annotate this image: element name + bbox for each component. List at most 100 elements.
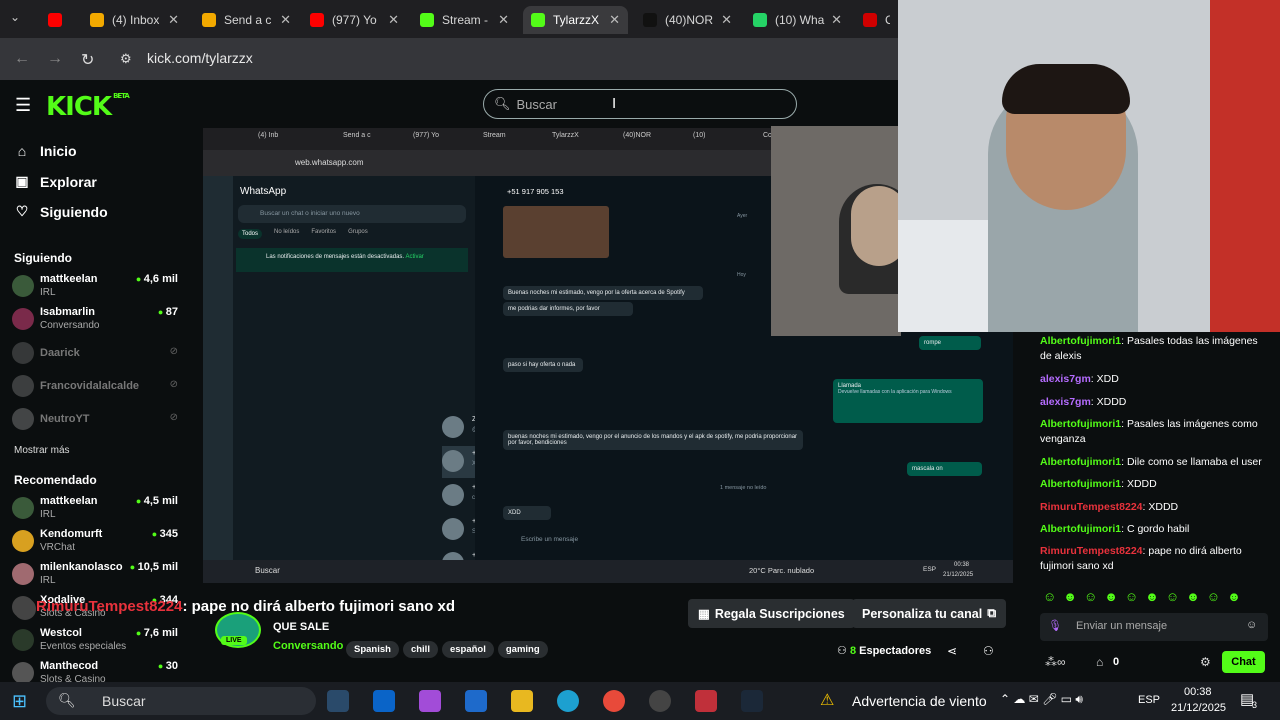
- avatar: [12, 497, 34, 519]
- browser-tab[interactable]: Co: [855, 6, 898, 34]
- close-tab-icon[interactable]: ✕: [280, 12, 291, 28]
- file-explorer-icon[interactable]: [511, 690, 533, 712]
- chat-username[interactable]: Albertofujimori1: [1040, 456, 1121, 468]
- chat-points-icon[interactable]: ⁂∞: [1045, 655, 1066, 669]
- close-tab-icon[interactable]: ✕: [609, 12, 620, 28]
- chat-username[interactable]: Albertofujimori1: [1040, 418, 1121, 430]
- recommended-channel[interactable]: milenkanolasco IRL 10,5 mil: [12, 561, 178, 589]
- whatsapp-chat-list: WhatsApp Buscar un chat o iniciar uno nu…: [233, 176, 475, 560]
- browser-tab[interactable]: TylarzzX ✕: [523, 6, 628, 34]
- nav-home[interactable]: ⌂ Inicio: [14, 143, 77, 159]
- incoming-message: buenas noches mi estimado, vengo por el …: [503, 430, 803, 450]
- inner-url-text: web.whatsapp.com: [295, 158, 364, 167]
- inner-date: 21/12/2025: [943, 572, 974, 578]
- chat-message: Albertofujimori1: Pasales las imágenes c…: [1040, 418, 1258, 445]
- taskbar-time[interactable]: 00:38: [1184, 686, 1212, 698]
- close-tab-icon[interactable]: ✕: [721, 12, 732, 28]
- following-channel[interactable]: mattkeelan IRL 4,6 mil: [12, 273, 178, 301]
- tag[interactable]: gaming: [497, 641, 548, 658]
- menu-icon[interactable]: ☰: [15, 95, 31, 116]
- search-input[interactable]: 🔍︎ Buscar I: [483, 89, 797, 119]
- notification-banner: Las notificaciones de mensajes están des…: [236, 248, 468, 272]
- tag[interactable]: chill: [402, 641, 438, 658]
- channel-name: milenkanolasco: [40, 561, 123, 573]
- chat-username[interactable]: alexis7gm: [1040, 396, 1091, 408]
- close-tab-icon[interactable]: ✕: [831, 12, 842, 28]
- tf-icon[interactable]: [695, 690, 717, 712]
- steam-icon[interactable]: [741, 690, 763, 712]
- viewer-count: 10,5 mil: [130, 561, 178, 573]
- browser-tab[interactable]: Send a c ✕: [194, 6, 299, 34]
- compose-input: Escribe un mensaje: [521, 536, 579, 543]
- kick-logo[interactable]: KICK BETA: [46, 92, 130, 122]
- emoji-icon[interactable]: ☺: [1246, 619, 1257, 631]
- close-tab-icon[interactable]: ✕: [388, 12, 399, 28]
- recommended-channel[interactable]: mattkeelan IRL 4,5 mil: [12, 495, 178, 523]
- tab-list-chevron-icon[interactable]: ⌄: [10, 10, 20, 24]
- avatar: [12, 629, 34, 651]
- customize-channel-button[interactable]: Personaliza tu canal ⧉: [852, 599, 1007, 628]
- taskbar-date[interactable]: 21/12/2025: [1171, 702, 1226, 714]
- browser-tab[interactable]: (10) Wha ✕: [745, 6, 850, 34]
- taskbar-search[interactable]: 🔍︎ Buscar: [46, 687, 316, 715]
- show-more-link[interactable]: Mostrar más: [14, 445, 70, 456]
- tab-favicon-icon: [202, 13, 216, 27]
- chat-username[interactable]: alexis7gm: [1040, 373, 1091, 385]
- back-icon[interactable]: ←: [14, 50, 30, 68]
- settings-icon[interactable]: ⚙: [1200, 655, 1211, 669]
- chrome-icon[interactable]: [603, 690, 625, 712]
- forward-icon[interactable]: →: [47, 50, 63, 68]
- close-tab-icon[interactable]: ✕: [168, 12, 179, 28]
- windows-start-icon[interactable]: ⊞: [12, 691, 27, 712]
- add-user-icon[interactable]: ⚇: [983, 644, 994, 658]
- following-channel[interactable]: Daarick ⊘: [12, 340, 178, 368]
- browser-tab[interactable]: (4) Inbox ✕: [82, 6, 187, 34]
- chat-username[interactable]: RimuruTempest8224: [1040, 545, 1143, 557]
- outlook-icon[interactable]: [373, 690, 395, 712]
- avatar: [12, 308, 34, 330]
- share-icon[interactable]: ⋖: [947, 644, 957, 658]
- recommended-channel[interactable]: Westcol Eventos especiales 7,6 mil: [12, 627, 178, 655]
- gift-subs-button[interactable]: ▦ Regala Suscripciones: [688, 599, 855, 628]
- store-icon[interactable]: [465, 690, 487, 712]
- call-message: Llamada Devuelve llamadas con la aplicac…: [833, 379, 983, 423]
- incoming-message: Buenas noches mi estimado, vengo por la …: [503, 286, 703, 300]
- browser-tab[interactable]: (40)NOR ✕: [635, 6, 740, 34]
- tab-title: TylarzzX: [553, 13, 600, 27]
- nav-explore[interactable]: ▣ Explorar: [14, 173, 96, 190]
- copilot-icon[interactable]: [419, 690, 441, 712]
- following-channel[interactable]: Isabmarlin Conversando 87: [12, 306, 178, 334]
- site-info-icon[interactable]: ⚙: [120, 51, 132, 67]
- following-channel[interactable]: NeutroYT ⊘: [12, 406, 178, 434]
- tag[interactable]: español: [441, 641, 494, 658]
- chat-username[interactable]: Albertofujimori1: [1040, 523, 1121, 535]
- channel-name: Francovidalalcalde: [40, 380, 140, 392]
- weather-alert[interactable]: Advertencia de viento: [852, 693, 987, 709]
- date-divider: Hoy: [737, 272, 746, 278]
- chat-username[interactable]: Albertofujimori1: [1040, 478, 1121, 490]
- tray-icons[interactable]: ⌃ ☁ ✉ 🎤︎ ▭ 🔊︎: [1000, 692, 1083, 707]
- tag[interactable]: Spanish: [346, 641, 399, 658]
- outgoing-message: rompe: [919, 336, 981, 350]
- chat-message: RimuruTempest8224: XDDD: [1040, 501, 1179, 513]
- browser-tab[interactable]: [40, 6, 80, 34]
- edge-icon[interactable]: [557, 690, 579, 712]
- chat-input[interactable]: 🎙︎ Enviar un mensaje ☺: [1040, 613, 1268, 641]
- chat-username[interactable]: RimuruTempest8224: [1040, 501, 1143, 513]
- chat-send-button[interactable]: Chat: [1222, 651, 1265, 673]
- emote-bar[interactable]: ☺☻☺☻☺☻☺☻☺☻: [1043, 589, 1248, 604]
- task-view-icon[interactable]: [327, 690, 349, 712]
- url-text[interactable]: kick.com/tylarzzx: [147, 50, 253, 66]
- recommended-channel[interactable]: Kendomurft VRChat 345: [12, 528, 178, 556]
- reward-icon[interactable]: ⌂: [1096, 655, 1103, 669]
- obs-icon[interactable]: [649, 690, 671, 712]
- browser-tab[interactable]: (977) Yo ✕: [302, 6, 407, 34]
- nav-following[interactable]: ♡ Siguiendo: [14, 203, 108, 220]
- reload-icon[interactable]: ↻: [81, 50, 94, 70]
- following-channel[interactable]: Francovidalalcalde ⊘: [12, 373, 178, 401]
- browser-tab[interactable]: Stream - ✕: [412, 6, 517, 34]
- stream-category[interactable]: Conversando: [273, 640, 343, 652]
- close-tab-icon[interactable]: ✕: [498, 12, 509, 28]
- chat-username[interactable]: Albertofujimori1: [1040, 335, 1121, 347]
- taskbar-lang[interactable]: ESP: [1138, 694, 1160, 706]
